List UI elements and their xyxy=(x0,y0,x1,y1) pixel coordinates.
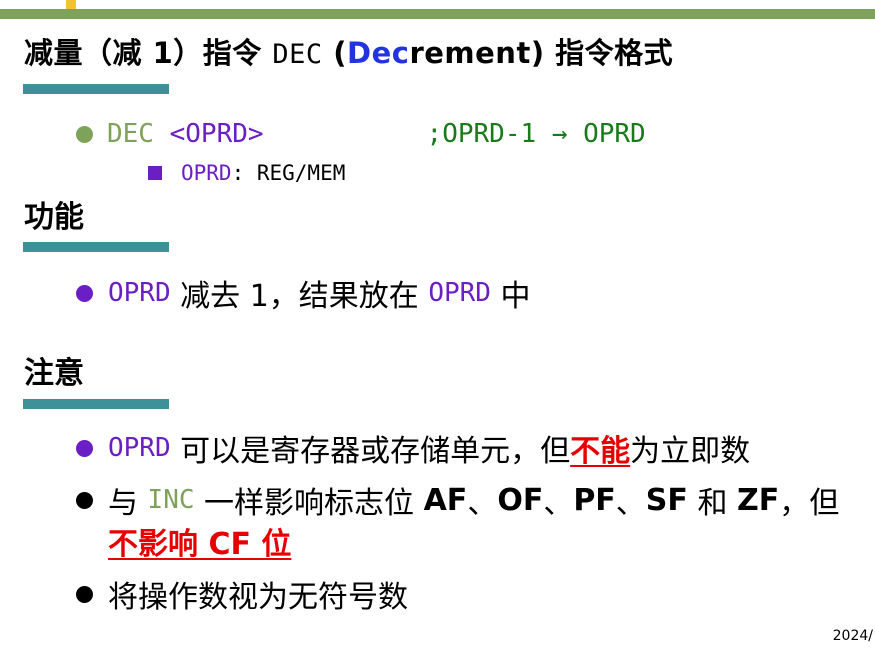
bullet-dot-icon xyxy=(76,491,93,509)
top-bar-accent xyxy=(66,0,76,9)
note3-text: 将操作数视为无符号数 xyxy=(108,580,408,615)
syntax-row: DEC <OPRD> ;OPRD-1 → OPRD xyxy=(76,116,646,152)
flag-of: OF xyxy=(497,482,544,518)
title-underline xyxy=(23,84,169,94)
top-bar-band xyxy=(0,9,875,19)
function-underline xyxy=(23,242,169,252)
title-highlight: Dec xyxy=(347,36,410,70)
bullet-square-icon xyxy=(148,166,162,180)
note2-a: 与 xyxy=(108,486,148,521)
title-suffix: 指令格式 xyxy=(544,36,674,70)
sub-label: OPRD xyxy=(181,161,232,185)
note1-red-emphasis: 不能 xyxy=(570,434,631,469)
notes-heading: 注意 xyxy=(24,356,84,391)
function-heading: 功能 xyxy=(24,200,84,235)
note1-operand: OPRD xyxy=(108,433,171,463)
footer-date: 2024/ xyxy=(832,628,873,644)
function-text-a: 减去 1，结果放在 xyxy=(170,279,429,314)
bullet-dot-icon xyxy=(76,125,93,143)
note2-red-emphasis: 不影响 CF 位 xyxy=(108,527,292,562)
note2-inc: INC xyxy=(147,485,195,515)
function-line: OPRD 减去 1，结果放在 OPRD 中 xyxy=(76,273,531,314)
note2-b: 一样影响标志位 xyxy=(194,486,424,521)
syntax-sub-row: OPRD : REG/MEM xyxy=(148,160,345,186)
sep-3: 、 xyxy=(615,486,646,521)
note-item-2-continuation: 不影响 CF 位 xyxy=(108,521,292,562)
note-item-3: 将操作数视为无符号数 xyxy=(76,574,408,615)
bullet-dot-icon xyxy=(76,439,93,457)
bullet-dot-icon xyxy=(76,284,93,302)
note2-d: ，但 xyxy=(779,486,840,521)
sep-1: 、 xyxy=(467,486,498,521)
sep-2: 、 xyxy=(543,486,574,521)
notes-underline xyxy=(23,399,169,409)
function-text-b: 中 xyxy=(490,279,531,314)
flag-zf: ZF xyxy=(736,482,780,518)
syntax-comment: ;OPRD-1 → OPRD xyxy=(426,119,646,149)
syntax-operand: <OPRD> xyxy=(153,119,264,149)
function-operand: OPRD xyxy=(108,278,171,308)
note1-text-b: 为立即数 xyxy=(630,434,751,469)
note1-text-a: 可以是寄存器或存储单元，但 xyxy=(170,434,571,469)
note-item-1: OPRD 可以是寄存器或存储单元，但 不能 为立即数 xyxy=(76,428,751,469)
slide-title: 减量（减 1）指令 DEC (Decrement) 指令格式 xyxy=(24,30,673,72)
flag-af: AF xyxy=(423,482,468,518)
syntax-mnemonic: DEC xyxy=(107,119,154,149)
title-rest: rement) xyxy=(409,36,545,70)
top-decoration-bar xyxy=(0,0,875,19)
note2-c: 和 xyxy=(687,486,737,521)
note-item-2: 与 INC 一样影响标志位 AF 、 OF 、 PF 、 SF 和 ZF ，但 xyxy=(76,480,840,521)
title-prefix: 减量（减 1）指令 xyxy=(24,36,273,70)
sub-value: : REG/MEM xyxy=(231,161,346,185)
title-paren-open: ( xyxy=(322,36,348,70)
title-mnemonic: DEC xyxy=(272,39,323,70)
function-operand-2: OPRD xyxy=(428,278,491,308)
flag-sf: SF xyxy=(645,482,688,518)
flag-pf: PF xyxy=(573,482,616,518)
bullet-dot-icon xyxy=(76,585,93,603)
